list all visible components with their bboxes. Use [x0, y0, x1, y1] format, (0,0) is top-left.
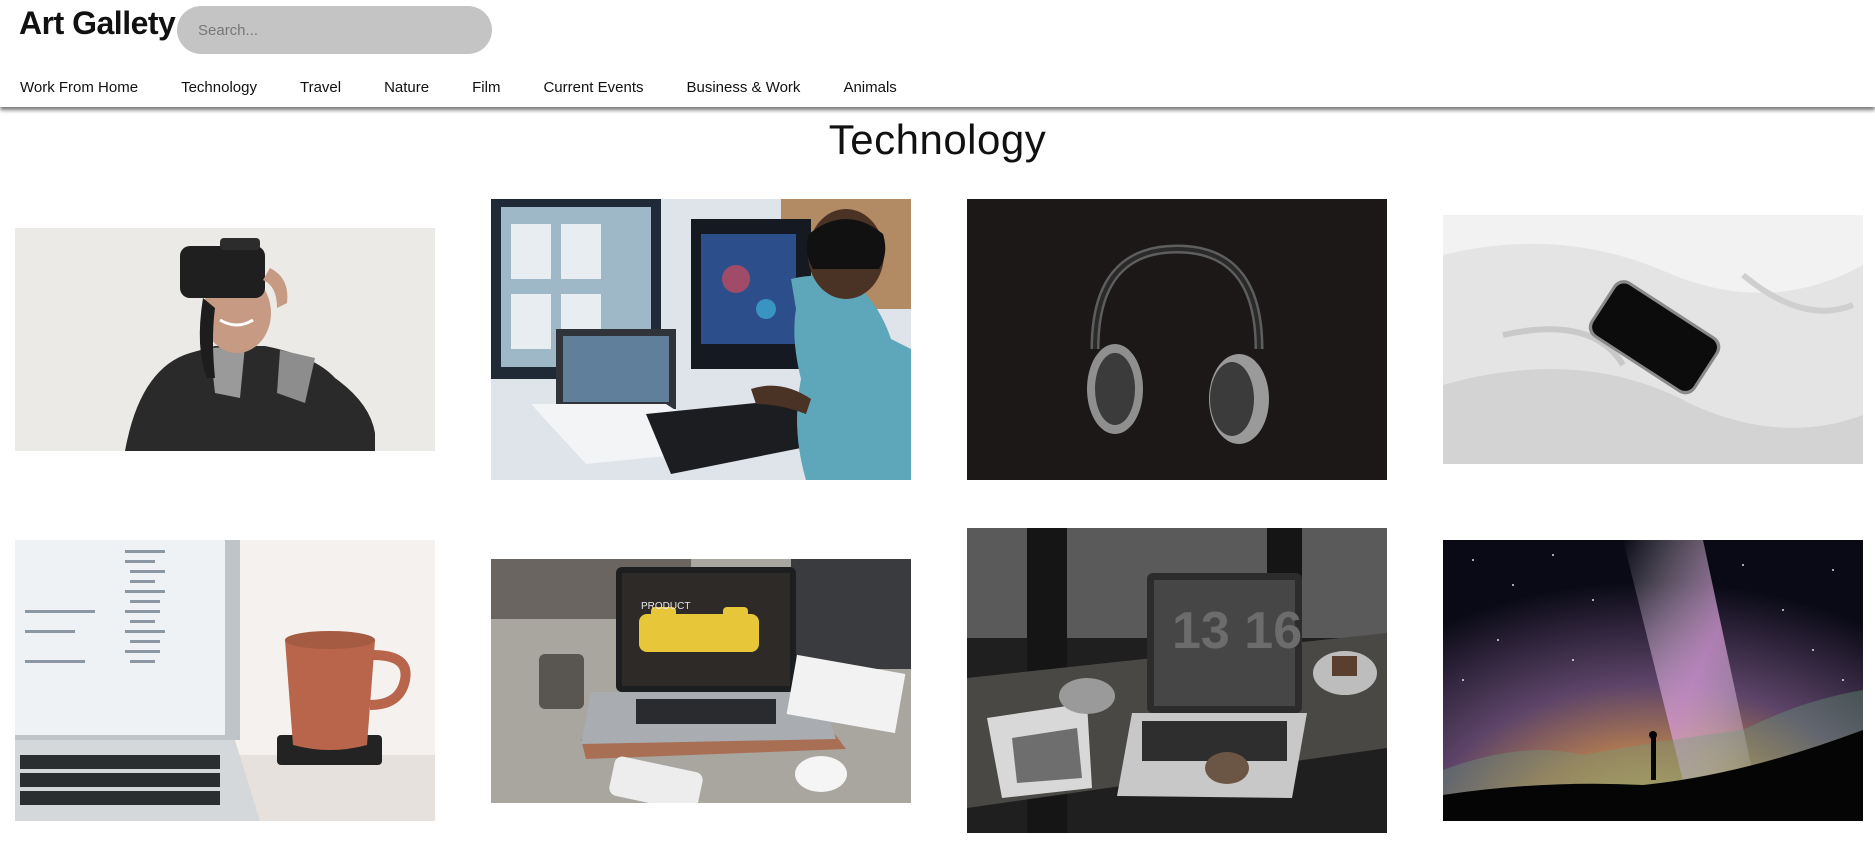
- category-nav: Work From Home Technology Travel Nature …: [0, 70, 921, 104]
- nav-item-business-work[interactable]: Business & Work: [677, 73, 811, 102]
- nav-item-technology[interactable]: Technology: [171, 73, 267, 102]
- nav-item-travel[interactable]: Travel: [290, 73, 351, 102]
- gallery-image-laptop-coffee[interactable]: 13 16: [967, 528, 1387, 833]
- site-logo[interactable]: Art Gallety: [19, 5, 176, 42]
- page-title: Technology: [828, 116, 1047, 163]
- laptop-screen-text: PRODUCT: [641, 601, 690, 612]
- gallery-image-smartphone[interactable]: [1443, 215, 1863, 464]
- gallery-image-man-at-computer[interactable]: [491, 199, 911, 480]
- nav-item-current-events[interactable]: Current Events: [533, 73, 653, 102]
- search-input[interactable]: [177, 6, 492, 54]
- gallery-image-headphones[interactable]: [967, 199, 1387, 480]
- gallery-image-laptop-desk[interactable]: PRODUCT: [491, 559, 911, 803]
- gallery-image-night-sky[interactable]: [1443, 540, 1863, 821]
- nav-item-animals[interactable]: Animals: [833, 73, 906, 102]
- site-header: Art Gallety Work From Home Technology Tr…: [0, 0, 1875, 107]
- nav-item-nature[interactable]: Nature: [374, 73, 439, 102]
- gallery-image-laptop-mug[interactable]: [15, 540, 435, 821]
- nav-item-film[interactable]: Film: [462, 73, 510, 102]
- clock-display-text: 13 16: [1172, 602, 1302, 660]
- nav-item-work-from-home[interactable]: Work From Home: [10, 73, 148, 102]
- gallery-image-vr-headset[interactable]: [15, 228, 435, 451]
